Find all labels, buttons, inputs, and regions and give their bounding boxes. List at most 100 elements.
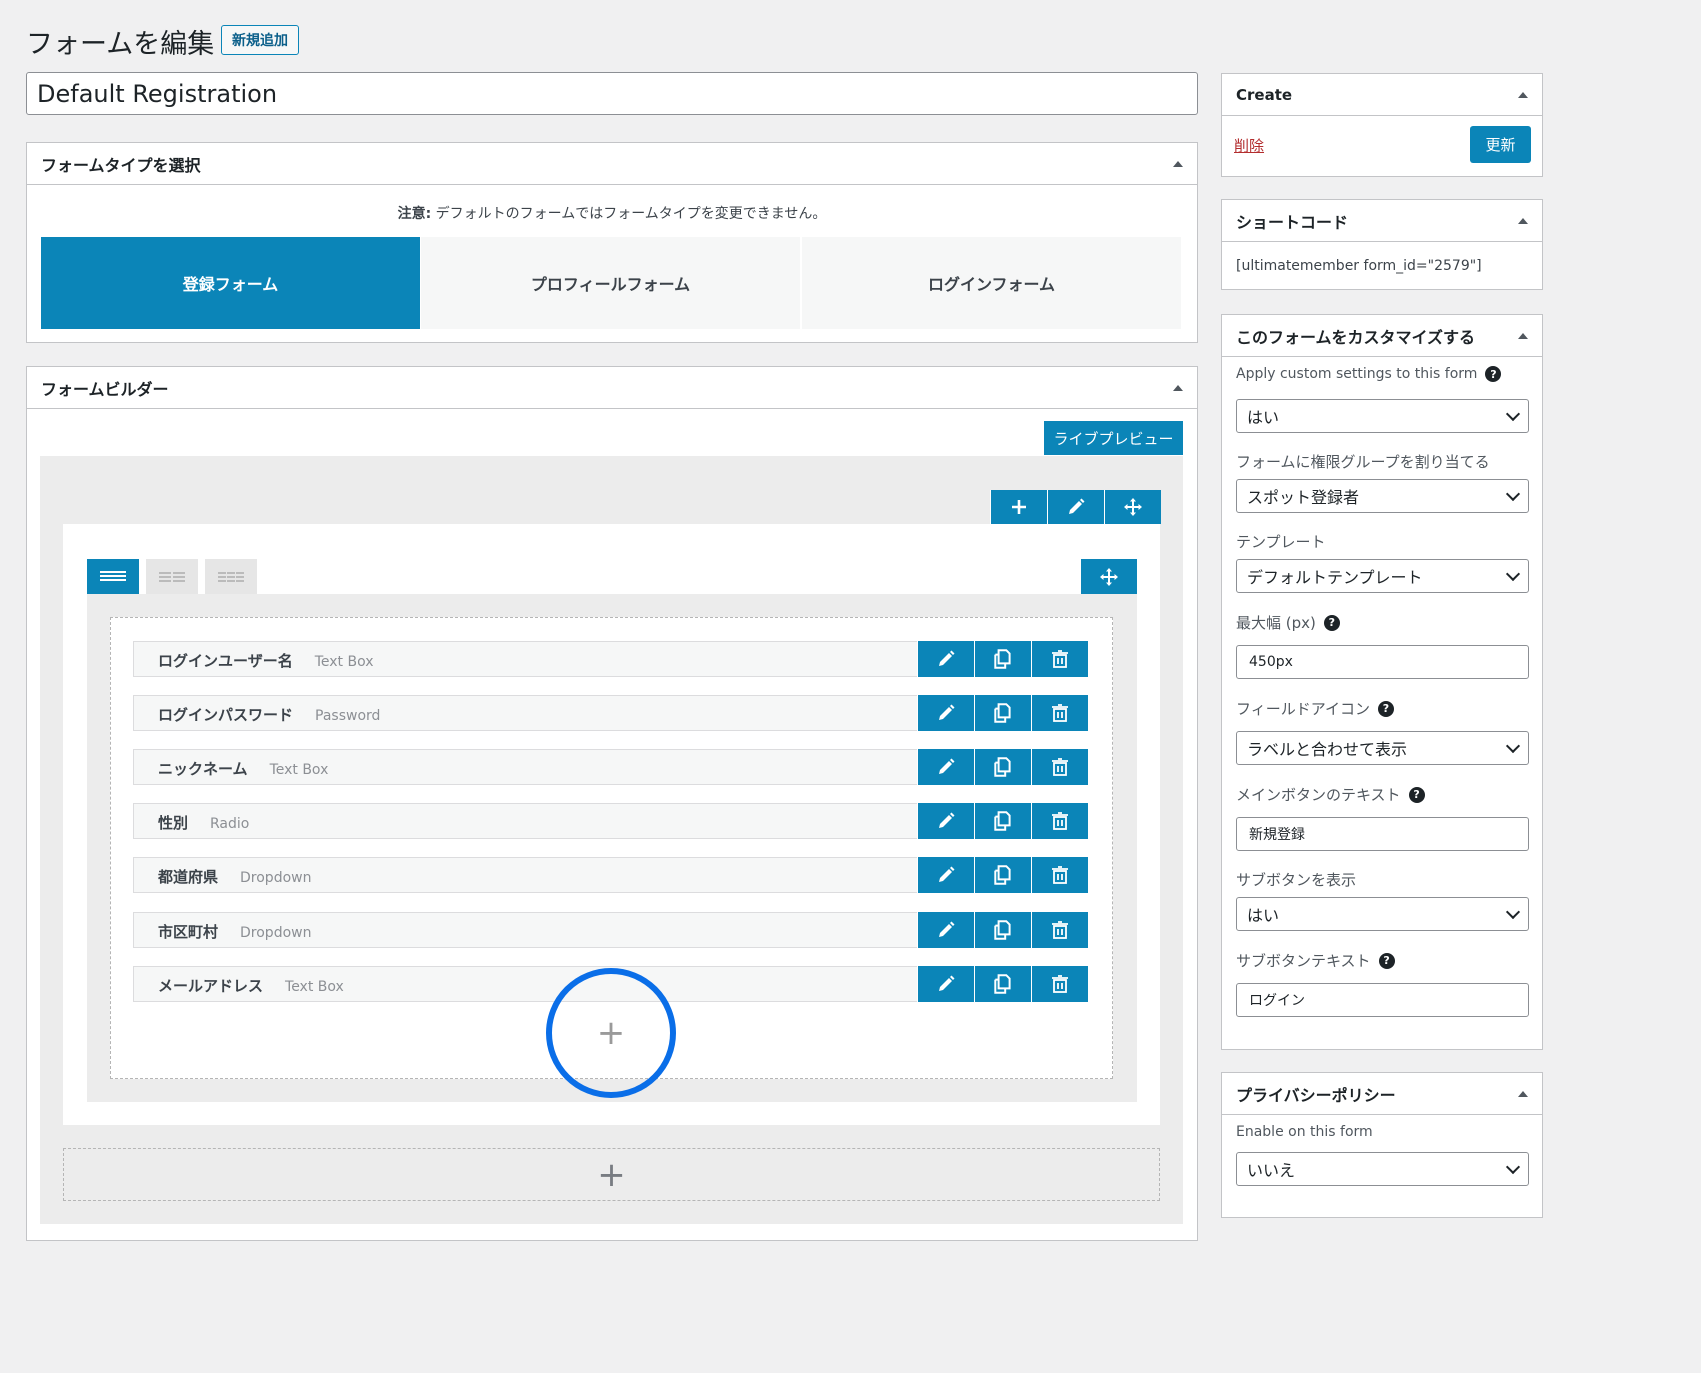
- privacy-box-header[interactable]: プライバシーポリシー: [1222, 1073, 1542, 1115]
- duplicate-field-button[interactable]: [974, 749, 1031, 785]
- edit-field-button[interactable]: [917, 641, 974, 677]
- live-preview-button[interactable]: ライブプレビュー: [1044, 421, 1183, 455]
- form-type-title: フォームタイプを選択: [41, 155, 201, 175]
- main-button-input[interactable]: 新規登録: [1236, 817, 1529, 851]
- privacy-enable-select[interactable]: いいえ: [1236, 1152, 1529, 1186]
- shortcode-box-header[interactable]: ショートコード: [1222, 200, 1542, 242]
- shortcode-box-title: ショートコード: [1236, 212, 1349, 232]
- tab-login-form[interactable]: ログインフォーム: [802, 237, 1181, 329]
- copy-icon: [992, 864, 1014, 886]
- field-label: メールアドレス: [158, 977, 264, 995]
- field-label: ニックネーム: [158, 760, 248, 778]
- move-column-button[interactable]: [1081, 559, 1137, 594]
- add-new-button[interactable]: 新規追加: [221, 25, 299, 55]
- tab-register-form[interactable]: 登録フォーム: [41, 237, 420, 329]
- collapse-triangle-icon[interactable]: [1173, 160, 1183, 167]
- field-label: ログインパスワード: [158, 706, 294, 724]
- max-width-text: 最大幅 (px): [1236, 614, 1316, 632]
- field-row[interactable]: 都道府県 Dropdown: [133, 857, 1088, 893]
- field-icon-label: フィールドアイコン?: [1236, 698, 1394, 719]
- copy-icon: [992, 756, 1014, 778]
- duplicate-field-button[interactable]: [974, 857, 1031, 893]
- field-row[interactable]: ログインユーザー名 Text Box: [133, 641, 1088, 677]
- tab-profile-form[interactable]: プロフィールフォーム: [421, 237, 800, 329]
- move-row-button[interactable]: [1104, 490, 1161, 524]
- move-icon: [1123, 497, 1143, 517]
- help-icon[interactable]: ?: [1323, 614, 1340, 631]
- sub-button-show-select[interactable]: はい: [1236, 897, 1529, 931]
- collapse-triangle-icon[interactable]: [1173, 384, 1183, 391]
- customize-box-header[interactable]: このフォームをカスタマイズする: [1222, 315, 1542, 357]
- create-box-title: Create: [1236, 85, 1293, 104]
- role-label: フォームに権限グループを割り当てる: [1236, 453, 1490, 471]
- edit-field-button[interactable]: [917, 749, 974, 785]
- trash-icon: [1050, 703, 1070, 723]
- plus-icon: [1009, 497, 1029, 517]
- layout-three-column[interactable]: [205, 559, 257, 594]
- max-width-input[interactable]: 450px: [1236, 645, 1529, 679]
- help-icon[interactable]: ?: [1485, 366, 1502, 382]
- collapse-triangle-icon[interactable]: [1518, 217, 1528, 224]
- pencil-icon: [936, 865, 956, 885]
- field-type: Radio: [210, 816, 250, 832]
- form-title-input[interactable]: Default Registration: [26, 72, 1198, 115]
- collapse-triangle-icon[interactable]: [1518, 91, 1528, 98]
- role-select[interactable]: スポット登録者: [1236, 479, 1529, 513]
- field-row[interactable]: ニックネーム Text Box: [133, 749, 1088, 785]
- collapse-triangle-icon[interactable]: [1518, 1090, 1528, 1097]
- edit-field-button[interactable]: [917, 857, 974, 893]
- field-row[interactable]: 性別 Radio: [133, 803, 1088, 839]
- field-row[interactable]: 市区町村 Dropdown: [133, 912, 1088, 948]
- select-value: はい: [1247, 408, 1280, 427]
- two-column-icon: [159, 571, 185, 582]
- delete-field-button[interactable]: [1031, 803, 1088, 839]
- help-icon[interactable]: ?: [1408, 786, 1425, 803]
- shortcode-value[interactable]: [ultimatemember form_id="2579"]: [1236, 258, 1482, 274]
- duplicate-field-button[interactable]: [974, 912, 1031, 948]
- form-type-header[interactable]: フォームタイプを選択: [27, 143, 1197, 185]
- duplicate-field-button[interactable]: [974, 695, 1031, 731]
- add-row-dropzone[interactable]: +: [63, 1148, 1160, 1201]
- max-width-label: 最大幅 (px)?: [1236, 612, 1340, 633]
- delete-link[interactable]: 削除: [1234, 135, 1264, 156]
- three-column-icon: [218, 571, 244, 582]
- create-box-header[interactable]: Create: [1222, 74, 1542, 116]
- duplicate-field-button[interactable]: [974, 641, 1031, 677]
- apply-settings-select[interactable]: はい: [1236, 399, 1529, 433]
- add-row-button[interactable]: [990, 490, 1047, 524]
- form-builder-header[interactable]: フォームビルダー: [27, 367, 1197, 409]
- pencil-icon: [936, 811, 956, 831]
- edit-field-button[interactable]: [917, 966, 974, 1002]
- field-type: Text Box: [314, 654, 374, 670]
- field-icon-text: フィールドアイコン: [1236, 700, 1370, 718]
- delete-field-button[interactable]: [1031, 749, 1088, 785]
- help-icon[interactable]: ?: [1378, 952, 1395, 969]
- chevron-down-icon: [1505, 738, 1521, 753]
- delete-field-button[interactable]: [1031, 912, 1088, 948]
- help-icon[interactable]: ?: [1377, 700, 1394, 717]
- plus-icon: +: [597, 1154, 626, 1195]
- delete-field-button[interactable]: [1031, 641, 1088, 677]
- delete-field-button[interactable]: [1031, 857, 1088, 893]
- field-row[interactable]: ログインパスワード Password: [133, 695, 1088, 731]
- layout-two-column[interactable]: [146, 559, 198, 594]
- sub-button-text-input[interactable]: ログイン: [1236, 983, 1529, 1017]
- duplicate-field-button[interactable]: [974, 966, 1031, 1002]
- edit-field-button[interactable]: [917, 912, 974, 948]
- layout-one-column[interactable]: [87, 559, 139, 594]
- delete-field-button[interactable]: [1031, 695, 1088, 731]
- template-select[interactable]: デフォルトテンプレート: [1236, 559, 1529, 593]
- edit-field-button[interactable]: [917, 803, 974, 839]
- select-value: スポット登録者: [1247, 488, 1360, 507]
- highlight-circle: [546, 968, 676, 1098]
- sub-button-show-label: サブボタンを表示: [1236, 871, 1357, 889]
- field-icon-select[interactable]: ラベルと合わせて表示: [1236, 731, 1529, 765]
- duplicate-field-button[interactable]: [974, 803, 1031, 839]
- collapse-triangle-icon[interactable]: [1518, 332, 1528, 339]
- edit-row-button[interactable]: [1047, 490, 1104, 524]
- field-label: 市区町村: [158, 923, 219, 941]
- update-button[interactable]: 更新: [1470, 126, 1531, 163]
- select-value: いいえ: [1247, 1161, 1296, 1180]
- delete-field-button[interactable]: [1031, 966, 1088, 1002]
- edit-field-button[interactable]: [917, 695, 974, 731]
